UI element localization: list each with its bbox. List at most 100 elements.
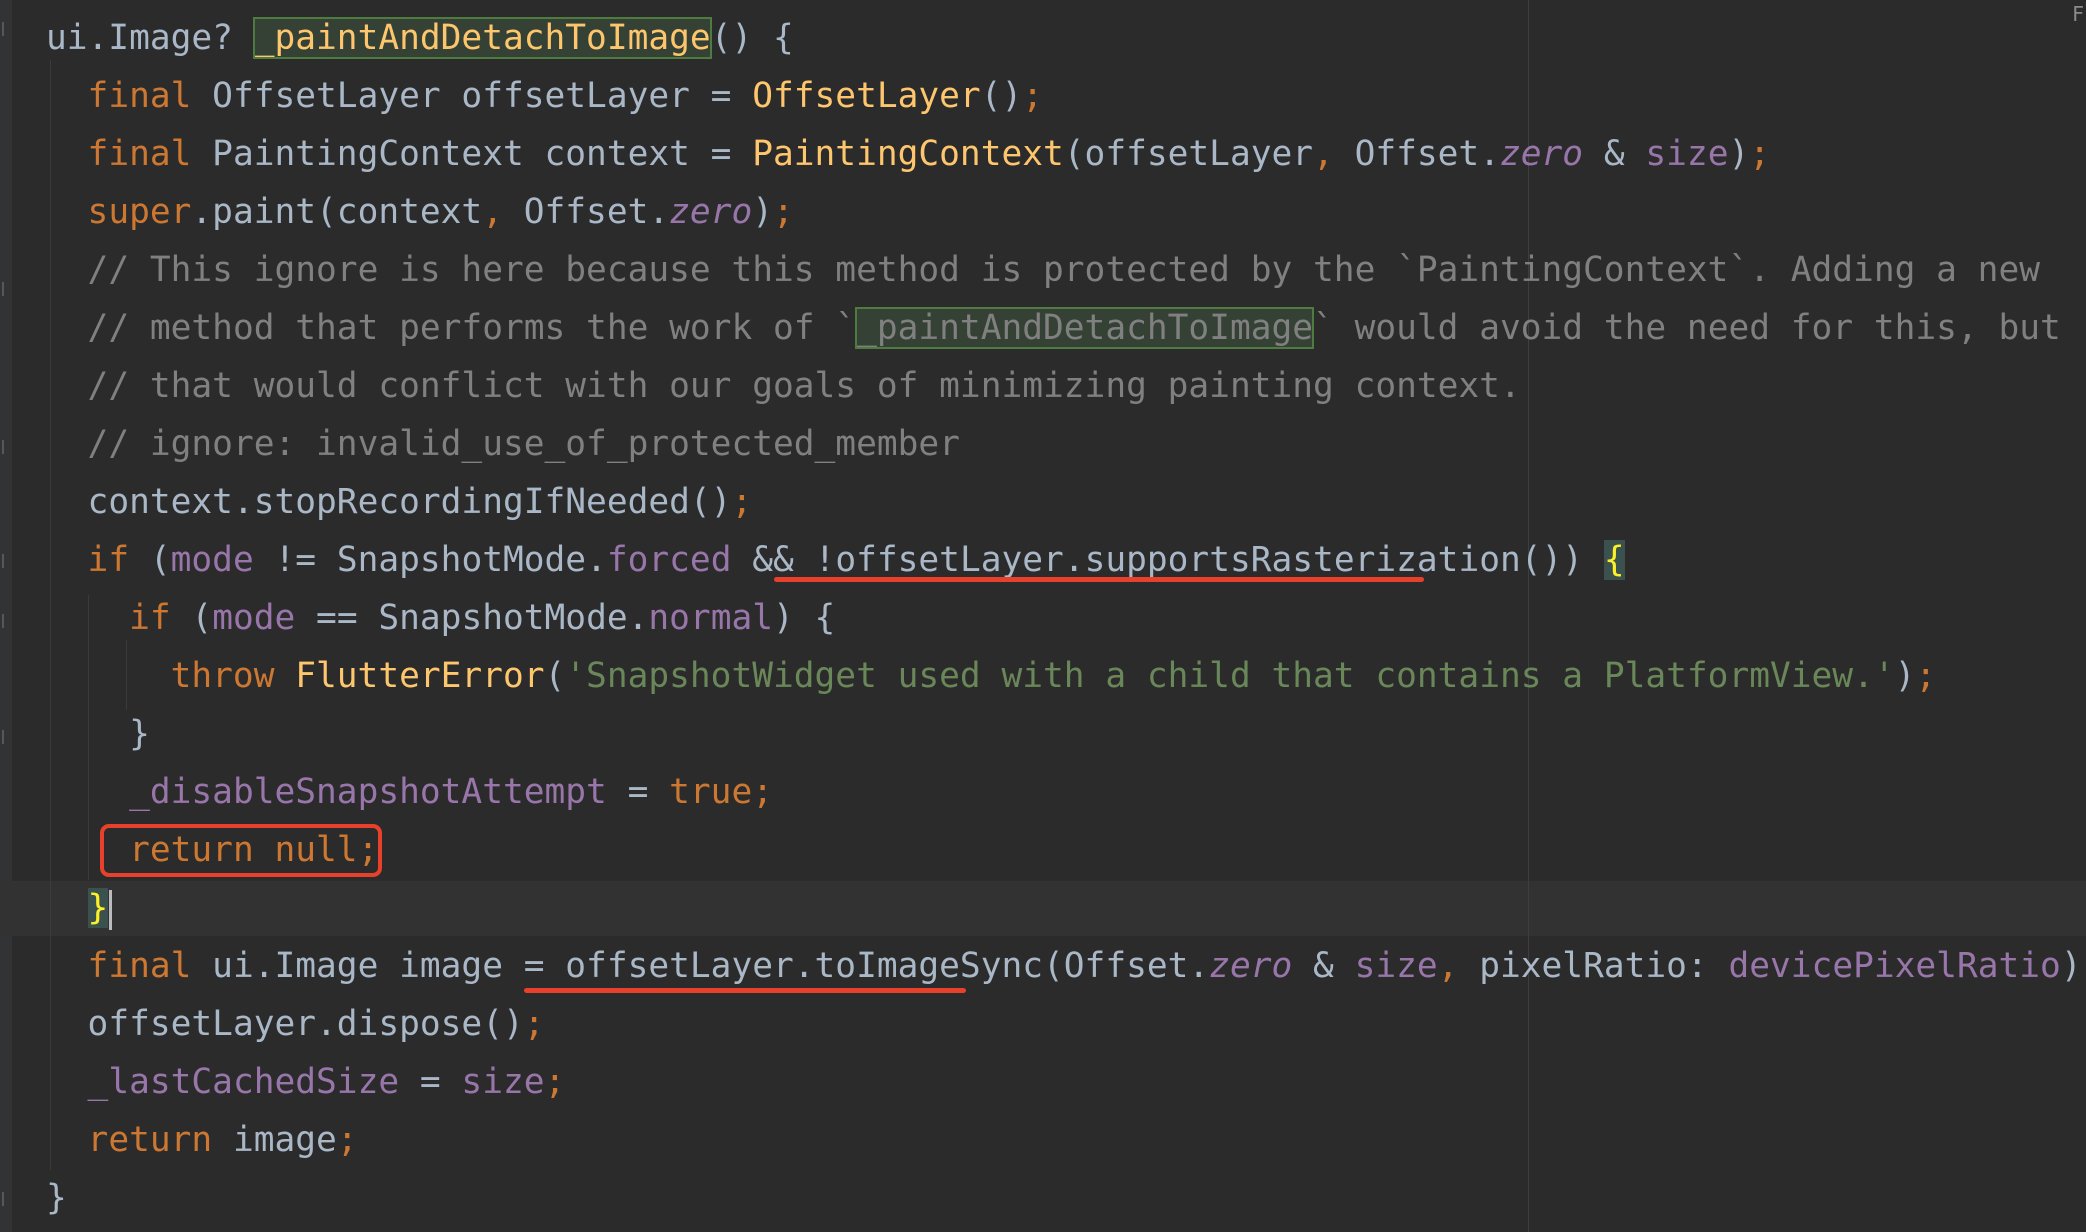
code-line[interactable]: final OffsetLayer offsetLayer = OffsetLa…	[46, 67, 1043, 125]
code-line[interactable]: throw FlutterError('SnapshotWidget used …	[46, 647, 1937, 705]
code-token: // that would conflict with our goals of…	[87, 366, 1521, 406]
code-token: =	[399, 1062, 462, 1102]
code-token: {	[1603, 540, 1625, 580]
code-token: if	[129, 598, 192, 638]
code-token: super	[87, 192, 192, 232]
code-token: ;	[752, 772, 774, 812]
code-token: Offset.	[523, 192, 670, 232]
code-token: _lastCachedSize	[87, 1062, 400, 1102]
code-token: pixelRatio:	[1479, 946, 1729, 986]
code-token: ,	[1437, 946, 1480, 986]
code-token: _paintAndDetachToImage	[855, 307, 1315, 349]
code-line[interactable]: _lastCachedSize = size;	[46, 1053, 566, 1111]
code-token: throw	[170, 656, 296, 696]
editor-corner-mark: F	[2071, 2, 2084, 26]
code-token: forced	[606, 540, 732, 580]
code-line[interactable]: }	[46, 879, 113, 937]
code-line[interactable]: ui.Image? _paintAndDetachToImage() {	[46, 9, 794, 67]
code-token: .paint(context	[191, 192, 483, 232]
code-token: (offsetLayer	[1063, 134, 1314, 174]
code-line[interactable]: // that would conflict with our goals of…	[46, 357, 1521, 415]
fold-marker-icon[interactable]	[2, 440, 10, 454]
code-token: _disableSnapshotAttempt	[129, 772, 607, 812]
fold-marker-icon[interactable]	[2, 730, 10, 744]
code-token: ;	[1022, 76, 1044, 116]
code-token: != SnapshotMode.	[253, 540, 607, 580]
code-token: )	[2060, 946, 2082, 986]
code-token: 'SnapshotWidget used with a child that c…	[565, 656, 1895, 696]
code-line[interactable]: super.paint(context, Offset.zero);	[46, 183, 794, 241]
fold-marker-icon[interactable]	[2, 614, 10, 628]
code-token: ;	[2082, 946, 2086, 986]
code-line[interactable]: }	[46, 1169, 67, 1227]
code-line[interactable]: _disableSnapshotAttempt = true;	[46, 763, 773, 821]
code-line[interactable]: offsetLayer.dispose();	[46, 995, 545, 1053]
code-token: OffsetLayer offsetLayer =	[212, 76, 753, 116]
code-line[interactable]: // ignore: invalid_use_of_protected_memb…	[46, 415, 960, 473]
fold-marker-icon[interactable]	[2, 22, 10, 36]
code-token: }	[46, 1178, 67, 1218]
code-token: &	[1292, 946, 1355, 986]
code-line[interactable]: if (mode == SnapshotMode.normal) {	[46, 589, 835, 647]
code-token: mode	[170, 540, 254, 580]
code-token: () {	[710, 18, 794, 58]
code-token: == SnapshotMode.	[295, 598, 649, 638]
code-token: ;	[523, 1004, 545, 1044]
code-line[interactable]: return image;	[46, 1111, 358, 1169]
code-token: )	[752, 192, 774, 232]
code-line[interactable]: final ui.Image image = offsetLayer.toIma…	[46, 937, 2086, 995]
code-token: zero	[1499, 134, 1584, 174]
fold-marker-icon[interactable]	[2, 282, 10, 296]
code-token: // method that performs the work of `	[87, 308, 857, 348]
code-line[interactable]: final PaintingContext context = Painting…	[46, 125, 1771, 183]
code-token: ;	[1749, 134, 1771, 174]
code-token: image	[232, 1120, 337, 1160]
text-caret	[109, 889, 113, 930]
annotation-underline	[524, 988, 966, 993]
code-token: ;	[773, 192, 794, 232]
code-token: ) {	[773, 598, 836, 638]
code-line[interactable]: }	[46, 705, 150, 763]
code-token: final	[87, 76, 213, 116]
code-token: PaintingContext	[752, 134, 1064, 174]
code-token: &	[1583, 134, 1646, 174]
code-token: ,	[482, 192, 524, 232]
code-token: zero	[669, 192, 753, 232]
code-token: PaintingContext context =	[212, 134, 753, 174]
code-token: size	[461, 1062, 545, 1102]
code-token: FlutterError	[295, 656, 545, 696]
code-token: size	[1645, 134, 1729, 174]
code-token: )	[1894, 656, 1916, 696]
fold-marker-icon[interactable]	[2, 554, 10, 568]
code-token: ` would avoid the need for this, but	[1313, 308, 2061, 348]
code-token: ()	[980, 76, 1023, 116]
code-token: context.stopRecordingIfNeeded()	[87, 482, 732, 522]
code-token: (	[149, 540, 171, 580]
code-token: final	[87, 946, 213, 986]
code-token: // This ignore is here because this meth…	[87, 250, 2040, 290]
code-token: ;	[336, 1120, 358, 1160]
fold-marker-icon[interactable]	[2, 1192, 10, 1206]
annotation-box	[100, 824, 382, 877]
code-line[interactable]: // method that performs the work of `_pa…	[46, 299, 2061, 357]
code-token: ;	[1915, 656, 1937, 696]
code-editor[interactable]: F ui.Image? _paintAndDetachToImage() { f…	[0, 0, 2086, 1232]
annotation-underline	[774, 577, 1424, 582]
code-token: )	[1728, 134, 1750, 174]
code-token: size	[1354, 946, 1438, 986]
code-token: ui.Image image = offsetLayer.toImageSync…	[212, 946, 1210, 986]
code-token: ;	[731, 482, 753, 522]
code-line[interactable]: context.stopRecordingIfNeeded();	[46, 473, 753, 531]
code-line[interactable]: // This ignore is here because this meth…	[46, 241, 2040, 299]
